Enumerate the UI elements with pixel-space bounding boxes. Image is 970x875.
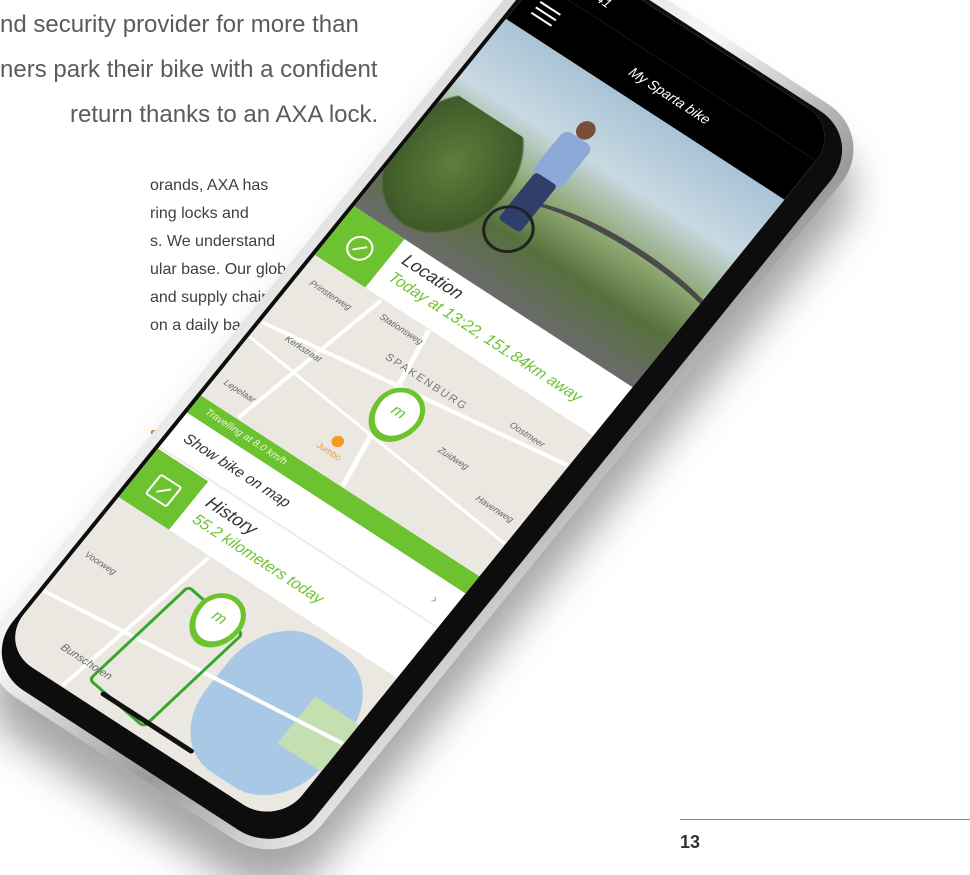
map-street-label: Prinsterweg (307, 278, 354, 312)
body-line: orands, AXA has (150, 177, 269, 194)
page-number: 13 (680, 832, 701, 852)
map-street-label: Havenweg (473, 493, 516, 525)
body-line: ular base. Our global (150, 261, 299, 278)
hamburger-menu-icon[interactable] (530, 1, 561, 27)
chevron-right-icon: › (427, 591, 443, 608)
intro-line: ners park their bike with a confident (0, 56, 378, 83)
body-line: on a daily base. (150, 317, 263, 334)
body-line: s. We understand (150, 233, 276, 250)
page-divider (680, 819, 970, 820)
body-paragraph: orands, AXA has ring locks and s. We und… (0, 172, 299, 340)
map-street-label: Lepelaar (221, 377, 258, 405)
map-street-label: Voorweg (82, 549, 119, 577)
intro-paragraph: nd security provider for more than ners … (0, 0, 440, 137)
intro-line: nd security provider for more than (0, 11, 359, 38)
body-line: ring locks and (150, 205, 249, 222)
map-street-label: Zuidweg (436, 445, 471, 472)
intro-line: return thanks to an AXA lock. (70, 101, 379, 128)
body-line: and supply chain are (150, 289, 298, 306)
